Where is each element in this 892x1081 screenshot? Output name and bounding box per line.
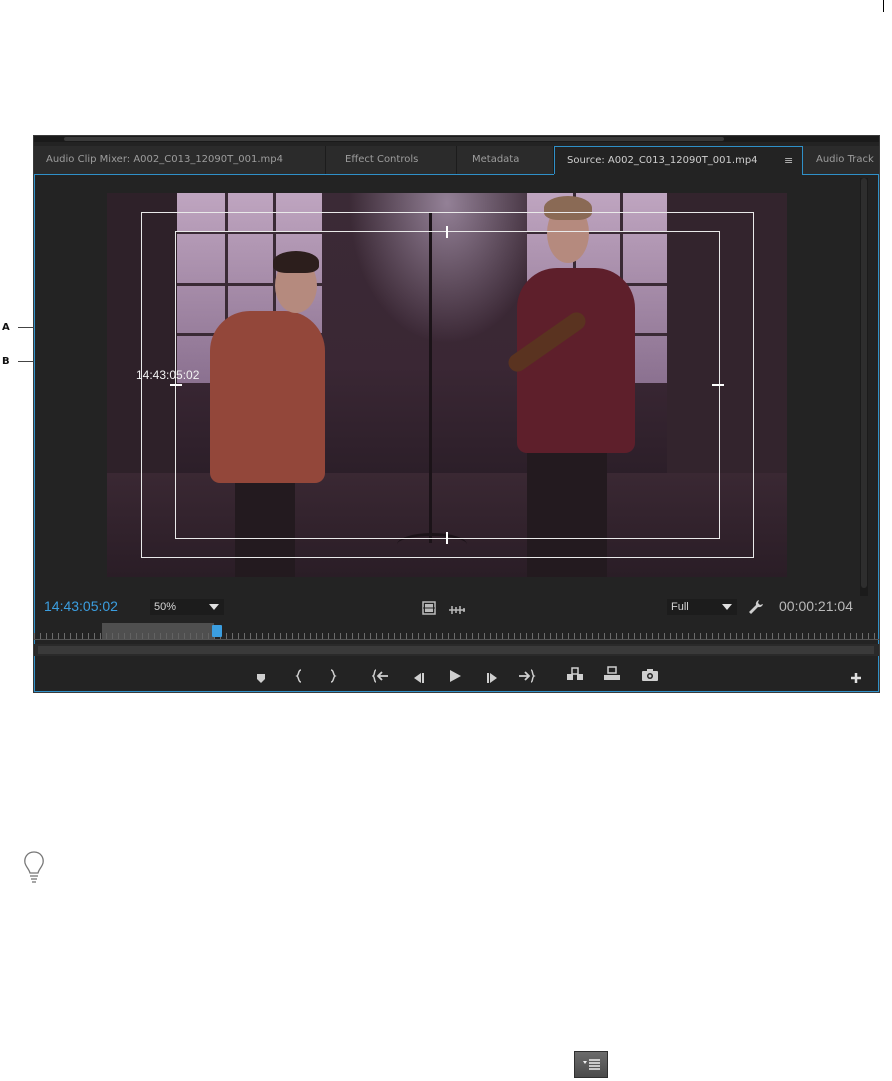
playback-resolution-select[interactable]: Full	[667, 599, 737, 615]
tab-audio-track[interactable]: Audio Track	[804, 146, 879, 174]
playhead[interactable]	[212, 625, 222, 637]
safe-tick-bottom	[446, 532, 448, 544]
zoom-value: 50%	[154, 601, 177, 613]
overlay-timecode: 14:43:05:02	[136, 368, 200, 382]
tab-label: Source: A002_C013_12090T_001.mp4	[567, 155, 758, 166]
current-timecode[interactable]: 14:43:05:02	[44, 598, 118, 614]
source-monitor-panel: Audio Clip Mixer: A002_C013_12090T_001.m…	[33, 135, 880, 693]
play-icon[interactable]	[448, 668, 462, 687]
transport-controls	[34, 660, 879, 690]
chevron-down-icon	[209, 604, 219, 610]
zoom-level-select[interactable]: 50%	[150, 599, 224, 615]
export-frame-icon[interactable]	[641, 667, 659, 686]
time-ruler[interactable]	[34, 622, 879, 642]
step-forward-icon[interactable]	[486, 669, 500, 688]
ruler-baseline	[34, 639, 879, 640]
in-out-range[interactable]	[102, 623, 214, 639]
duration-timecode: 00:00:21:04	[779, 598, 853, 614]
zoom-scroll-thumb[interactable]	[38, 646, 874, 654]
button-editor-plus-icon[interactable]	[850, 669, 862, 688]
tab-label: Metadata	[472, 154, 520, 165]
wrench-icon[interactable]	[748, 599, 764, 619]
film-strip-icon[interactable]	[422, 600, 436, 619]
resolution-value: Full	[671, 601, 689, 613]
vertical-scroll-thumb[interactable]	[861, 178, 867, 588]
panel-bottom-border	[34, 691, 879, 692]
tab-menu-icon[interactable]: ≡	[784, 147, 793, 174]
tab-metadata[interactable]: Metadata	[458, 146, 554, 174]
callout-a-label: A	[2, 322, 10, 333]
tab-effect-controls[interactable]: Effect Controls	[327, 146, 457, 174]
chevron-down-icon	[722, 604, 732, 610]
go-to-out-icon[interactable]	[518, 668, 536, 687]
safe-tick-right	[712, 384, 724, 386]
tab-label: Effect Controls	[345, 154, 419, 165]
monitor-controls-row: 14:43:05:02 50% Full 00:00:21:04	[34, 596, 879, 620]
panel-scroll-thumb[interactable]	[64, 137, 724, 141]
audio-waveform-icon[interactable]	[448, 601, 466, 620]
zoom-scroll-bar[interactable]	[34, 644, 879, 656]
add-marker-icon[interactable]	[255, 669, 267, 688]
step-back-icon[interactable]	[411, 669, 425, 688]
go-to-in-icon[interactable]	[371, 668, 390, 687]
panel-menu-icon	[574, 1051, 608, 1078]
safe-tick-left	[170, 384, 182, 386]
mark-in-icon[interactable]	[294, 668, 304, 687]
tab-label: Audio Clip Mixer: A002_C013_12090T_001.m…	[46, 154, 283, 165]
tab-audio-clip-mixer[interactable]: Audio Clip Mixer: A002_C013_12090T_001.m…	[34, 146, 326, 174]
callout-b-label: B	[2, 356, 10, 367]
title-safe-margin	[175, 231, 720, 539]
safe-tick-top	[446, 226, 448, 238]
mark-out-icon[interactable]	[328, 668, 338, 687]
tab-label: Audio Track	[816, 154, 874, 165]
vertical-scrollbar[interactable]	[860, 178, 868, 596]
overwrite-icon[interactable]	[603, 666, 621, 686]
tab-source[interactable]: Source: A002_C013_12090T_001.mp4 ≡	[554, 146, 803, 174]
tab-bar-underline-right	[802, 174, 879, 175]
insert-icon[interactable]	[566, 666, 584, 686]
panel-tab-bar: Audio Clip Mixer: A002_C013_12090T_001.m…	[34, 146, 879, 174]
lightbulb-icon	[22, 850, 46, 888]
tab-bar-underline	[34, 174, 554, 175]
page-edge-mark	[883, 0, 884, 12]
panel-scrollbar[interactable]	[34, 136, 879, 142]
